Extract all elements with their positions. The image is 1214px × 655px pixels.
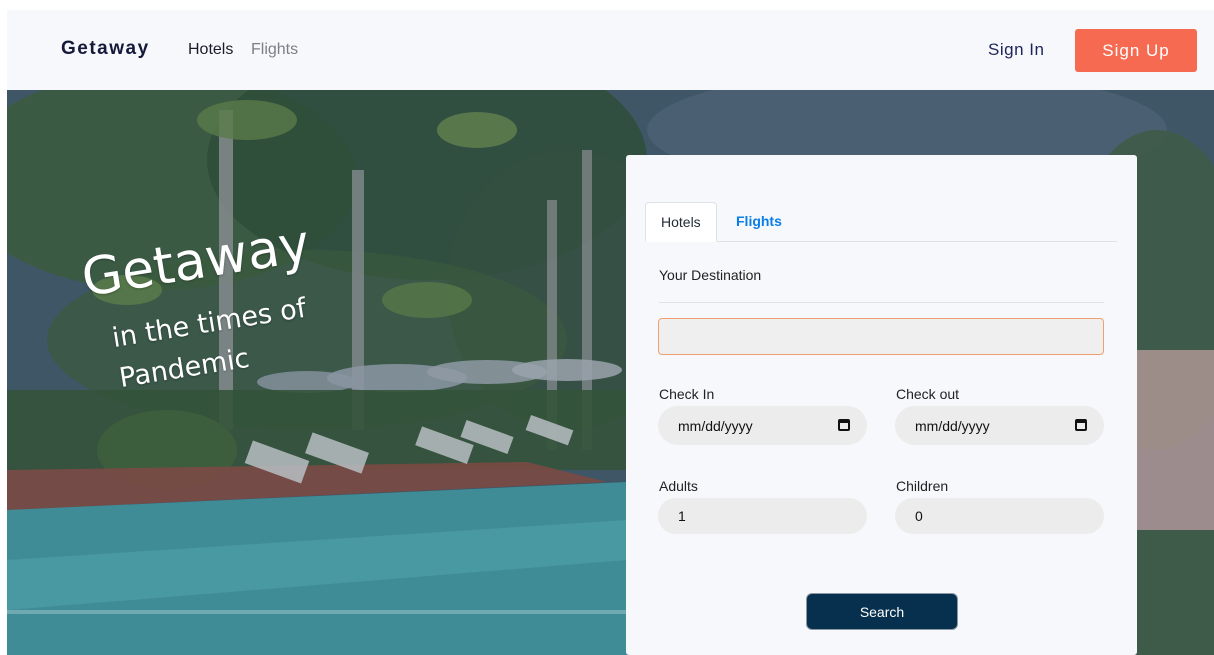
- divider: [659, 302, 1104, 303]
- brand-logo[interactable]: Getaway: [61, 38, 150, 60]
- sign-up-button[interactable]: Sign Up: [1075, 29, 1197, 72]
- adults-label: Adults: [659, 478, 698, 494]
- search-tabs: Hotels Flights: [645, 202, 1117, 242]
- adults-input[interactable]: 1: [658, 498, 867, 534]
- top-navbar: Getaway Hotels Flights Sign In Sign Up: [7, 10, 1214, 90]
- search-panel: Hotels Flights Your Destination Check In…: [626, 155, 1137, 655]
- calendar-icon[interactable]: [838, 419, 850, 431]
- adults-value: 1: [678, 508, 686, 524]
- calendar-icon[interactable]: [1075, 419, 1087, 431]
- tab-flights[interactable]: Flights: [721, 202, 797, 240]
- check-in-value: mm/dd/yyyy: [678, 417, 753, 434]
- nav-link-hotels[interactable]: Hotels: [188, 41, 233, 59]
- tab-hotels[interactable]: Hotels: [645, 202, 717, 242]
- children-input[interactable]: 0: [895, 498, 1104, 534]
- destination-label: Your Destination: [659, 267, 762, 283]
- check-in-label: Check In: [659, 386, 715, 402]
- check-out-date-input[interactable]: mm/dd/yyyy: [895, 406, 1104, 445]
- search-button[interactable]: Search: [806, 593, 958, 630]
- children-label: Children: [896, 478, 949, 494]
- destination-input[interactable]: [658, 318, 1104, 355]
- check-out-label: Check out: [896, 386, 960, 402]
- check-in-date-input[interactable]: mm/dd/yyyy: [658, 406, 867, 445]
- children-value: 0: [915, 508, 923, 524]
- check-out-value: mm/dd/yyyy: [915, 417, 990, 434]
- sign-in-link[interactable]: Sign In: [988, 40, 1044, 60]
- nav-link-flights[interactable]: Flights: [251, 41, 298, 59]
